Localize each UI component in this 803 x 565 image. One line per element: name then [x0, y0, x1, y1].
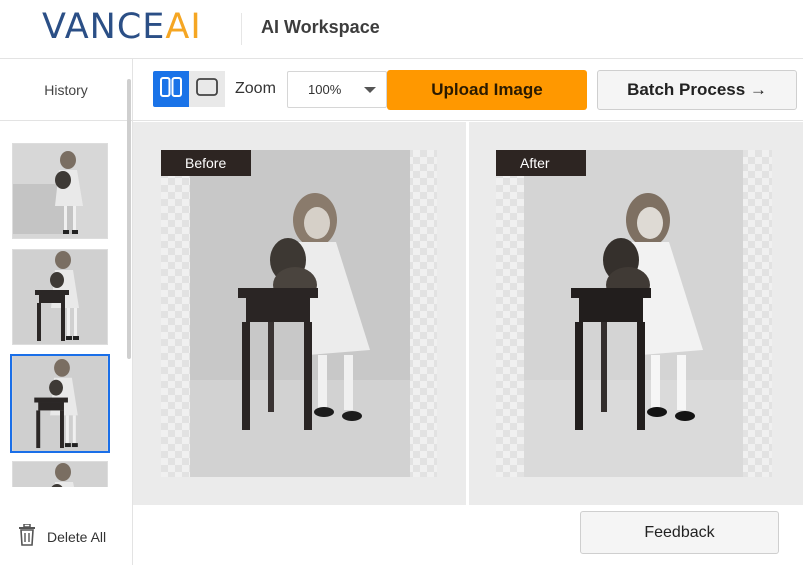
single-view-icon	[196, 77, 218, 101]
trash-icon	[17, 523, 37, 549]
history-sidebar: History Delete All	[0, 59, 133, 565]
before-photo	[190, 150, 410, 477]
thumbnail-image	[12, 356, 108, 451]
chevron-down-icon	[364, 87, 376, 93]
after-pane: After	[469, 122, 803, 505]
delete-all-button[interactable]: Delete All	[17, 523, 107, 549]
vanceai-logo[interactable]: VANCEAI	[42, 6, 202, 48]
feedback-button[interactable]: Feedback	[580, 511, 779, 554]
workspace-title: AI Workspace	[261, 17, 380, 37]
history-scrollbar[interactable]	[127, 79, 131, 359]
zoom-select[interactable]: 100%	[287, 71, 387, 108]
thumbnail-image	[13, 462, 107, 487]
single-view-button[interactable]	[189, 71, 225, 107]
history-thumbnail[interactable]	[12, 143, 108, 239]
upload-image-button[interactable]: Upload Image	[387, 70, 587, 110]
zoom-label: Zoom	[235, 80, 276, 97]
before-label: Before	[161, 150, 251, 176]
compare-toolbar: Zoom 100% Upload Image Batch Process →	[133, 59, 803, 121]
history-thumbnail[interactable]	[12, 249, 108, 345]
split-view-icon	[160, 76, 182, 102]
history-thumbnail[interactable]	[12, 461, 108, 487]
after-image[interactable]	[524, 150, 743, 477]
logo-ai-text: AI	[165, 7, 202, 47]
thumbnail-image	[13, 250, 107, 344]
before-pane: Before	[133, 122, 466, 505]
after-photo	[524, 150, 743, 477]
app-header: VANCEAI AI Workspace	[0, 0, 803, 59]
history-thumbnail-list	[0, 121, 132, 487]
logo-text: VANCE	[42, 7, 166, 47]
split-view-button[interactable]	[153, 71, 189, 107]
batch-process-button[interactable]: Batch Process →	[597, 70, 797, 110]
compare-view: Before After	[133, 122, 803, 505]
before-image[interactable]	[190, 150, 410, 477]
history-header: History	[0, 59, 132, 121]
history-thumbnail-selected[interactable]	[10, 354, 110, 453]
thumbnail-image	[13, 144, 107, 238]
delete-all-label: Delete All	[47, 528, 107, 545]
history-label: History	[44, 81, 88, 98]
after-label: After	[496, 150, 586, 176]
zoom-value: 100%	[308, 82, 342, 97]
header-divider	[241, 13, 242, 45]
